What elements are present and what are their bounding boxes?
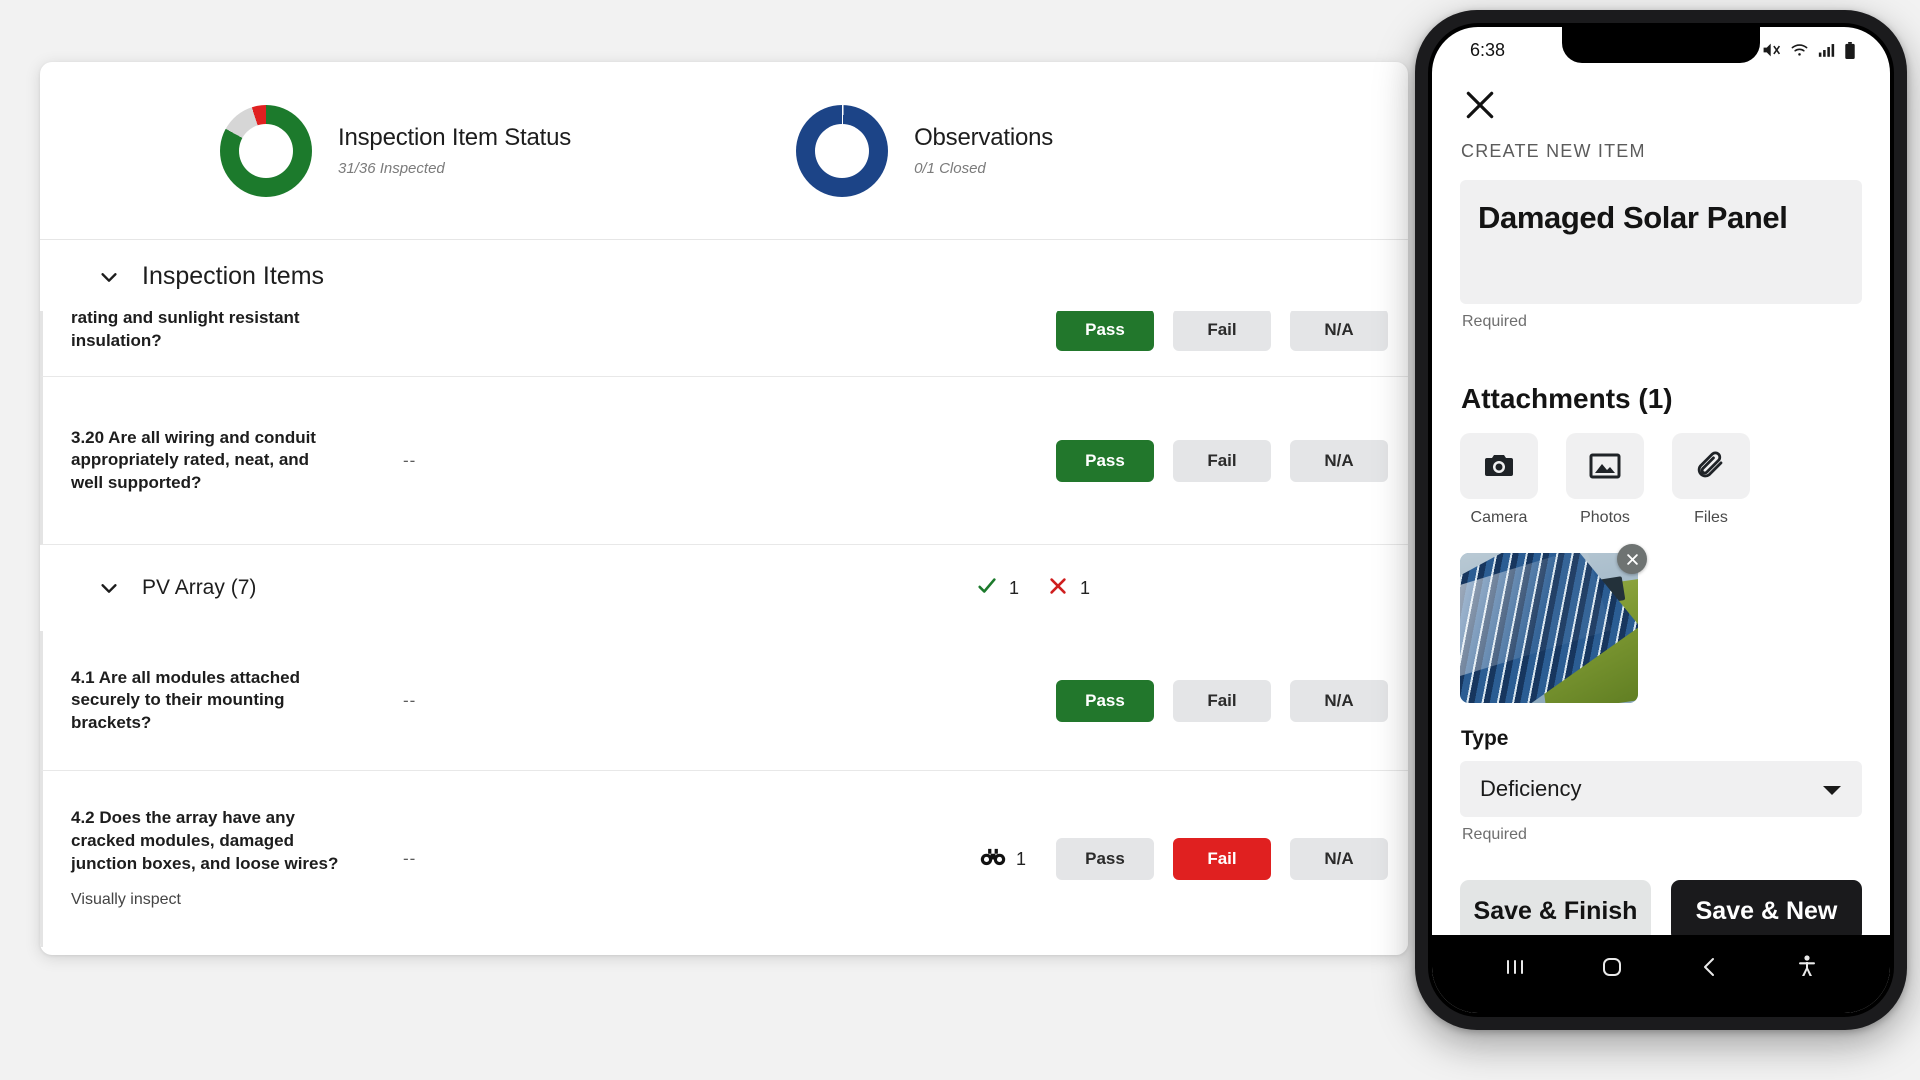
summary-card-inspection-item-status: Inspection Item Status 31/36 Inspected xyxy=(220,104,572,197)
group-pass-stat: 1 xyxy=(976,575,1019,602)
group-header-pv-array[interactable]: PV Array (7) 1 1 xyxy=(40,545,1408,631)
item-title-required-label: Required xyxy=(1462,313,1527,330)
table-row[interactable]: 4.2 Does the array have any cracked modu… xyxy=(40,771,1408,947)
pass-button[interactable]: Pass xyxy=(1056,311,1154,351)
mute-icon xyxy=(1762,42,1781,58)
type-required-label: Required xyxy=(1462,826,1527,843)
summary-title: Inspection Item Status xyxy=(338,123,572,151)
inspection-items-list: rating and sunlight resistant insulation… xyxy=(40,311,1408,947)
attachment-thumbnail-wrapper xyxy=(1460,544,1647,703)
attachment-photos-label: Photos xyxy=(1580,509,1630,526)
phone-frame: 6:38 CREATE NEW ITEM Damaged Solar Panel… xyxy=(1428,23,1894,1017)
item-question: 3.20 Are all wiring and conduit appropri… xyxy=(71,427,316,492)
table-row[interactable]: rating and sunlight resistant insulation… xyxy=(40,311,1408,377)
inspection-card: Inspection Item Status 31/36 Inspected O… xyxy=(40,62,1408,955)
pass-fail-na-group: Pass Fail N/A xyxy=(1056,679,1408,722)
close-circle-icon[interactable] xyxy=(1617,544,1647,574)
attachment-thumbnail[interactable] xyxy=(1460,553,1638,703)
item-value: -- xyxy=(403,849,417,868)
form-section-label: CREATE NEW ITEM xyxy=(1461,141,1646,161)
chevron-down-icon[interactable] xyxy=(98,577,120,599)
table-row[interactable]: 3.20 Are all wiring and conduit appropri… xyxy=(40,377,1408,545)
summary-subtitle: 0/1 Closed xyxy=(914,160,986,178)
photo-icon[interactable] xyxy=(1566,433,1644,499)
item-question: 4.2 Does the array have any cracked modu… xyxy=(71,807,341,910)
wifi-icon xyxy=(1790,42,1809,58)
fail-button[interactable]: Fail xyxy=(1173,679,1271,722)
type-select-value: Deficiency xyxy=(1480,776,1582,801)
group-fail-count: 1 xyxy=(1079,577,1090,598)
back-icon[interactable] xyxy=(1683,945,1737,989)
check-icon xyxy=(976,575,998,602)
home-icon[interactable] xyxy=(1585,945,1639,989)
group-title: PV Array (7) xyxy=(142,576,257,599)
status-bar: 6:38 xyxy=(1432,27,1890,73)
paperclip-icon[interactable] xyxy=(1672,433,1750,499)
attachment-files-label: Files xyxy=(1694,509,1728,526)
screen-root: Inspection Item Status 31/36 Inspected O… xyxy=(0,0,1920,1080)
recents-icon[interactable] xyxy=(1488,945,1542,989)
inspection-status-donut xyxy=(220,104,312,197)
attachment-camera-label: Camera xyxy=(1470,509,1528,526)
item-value: -- xyxy=(403,450,417,470)
accessibility-icon[interactable] xyxy=(1780,945,1834,989)
observations-donut xyxy=(796,104,889,197)
na-button[interactable]: N/A xyxy=(1290,439,1388,482)
table-row[interactable]: 4.1 Are all modules attached securely to… xyxy=(40,631,1408,771)
type-field-label: Type xyxy=(1461,727,1509,750)
form-actions: Save & Finish Save & New xyxy=(1460,880,1862,942)
summary-header: Inspection Item Status 31/36 Inspected O… xyxy=(40,62,1408,240)
summary-card-observations: Observations 0/1 Closed xyxy=(796,104,1054,197)
phone-mockup: 6:38 CREATE NEW ITEM Damaged Solar Panel… xyxy=(1415,10,1907,1030)
attachments-heading: Attachments (1) xyxy=(1461,383,1673,414)
camera-icon[interactable] xyxy=(1460,433,1538,499)
observation-count[interactable]: 1 xyxy=(980,847,1026,872)
fail-button[interactable]: Fail xyxy=(1173,838,1271,880)
summary-subtitle: 31/36 Inspected xyxy=(338,160,445,178)
battery-icon xyxy=(1844,41,1856,59)
page-title: Inspection Items xyxy=(142,262,325,290)
save-and-finish-button[interactable]: Save & Finish xyxy=(1460,880,1651,942)
create-item-form: CREATE NEW ITEM Damaged Solar Panel Requ… xyxy=(1432,85,1890,942)
status-bar-icons xyxy=(1762,41,1856,59)
type-select[interactable]: Deficiency xyxy=(1460,761,1862,817)
observation-count-value: 1 xyxy=(1015,848,1026,869)
group-fail-stat: 1 xyxy=(1047,575,1090,602)
pass-fail-na-group: Pass Fail N/A xyxy=(1056,311,1408,351)
item-question-text: 4.2 Does the array have any cracked modu… xyxy=(71,808,339,873)
save-and-new-button[interactable]: Save & New xyxy=(1671,880,1862,942)
attachment-files[interactable]: Files xyxy=(1672,433,1750,527)
attachment-photos[interactable]: Photos xyxy=(1566,433,1644,527)
binoculars-icon xyxy=(980,847,1006,872)
attachment-camera[interactable]: Camera xyxy=(1460,433,1538,527)
pass-fail-na-group: Pass Fail N/A xyxy=(1056,439,1408,482)
pass-button[interactable]: Pass xyxy=(1056,439,1154,482)
signal-icon xyxy=(1818,42,1835,58)
pass-button[interactable]: Pass xyxy=(1056,679,1154,722)
item-value: -- xyxy=(403,690,417,710)
pass-button[interactable]: Pass xyxy=(1056,838,1154,880)
phone-screen: 6:38 CREATE NEW ITEM Damaged Solar Panel… xyxy=(1432,27,1890,1013)
caret-down-icon[interactable] xyxy=(1822,776,1842,802)
fail-button[interactable]: Fail xyxy=(1173,439,1271,482)
item-note: Visually inspect xyxy=(71,891,181,909)
group-pass-count: 1 xyxy=(1008,577,1019,598)
na-button[interactable]: N/A xyxy=(1290,311,1388,351)
pass-fail-na-group: Pass Fail N/A xyxy=(1056,838,1408,880)
attachment-buttons: Camera Photos Files xyxy=(1460,433,1862,527)
fail-button[interactable]: Fail xyxy=(1173,311,1271,351)
na-button[interactable]: N/A xyxy=(1290,838,1388,880)
item-question: 4.1 Are all modules attached securely to… xyxy=(71,667,300,732)
android-navigation-bar xyxy=(1432,935,1890,1013)
na-button[interactable]: N/A xyxy=(1290,679,1388,722)
item-question: rating and sunlight resistant insulation… xyxy=(71,311,300,350)
summary-title: Observations xyxy=(914,123,1054,151)
x-icon xyxy=(1047,575,1069,602)
chevron-down-icon[interactable] xyxy=(98,266,120,288)
inspection-items-header[interactable]: Inspection Items xyxy=(40,240,1408,311)
group-stats: 1 1 xyxy=(976,575,1408,602)
status-bar-time: 6:38 xyxy=(1470,39,1506,60)
item-title-input[interactable]: Damaged Solar Panel xyxy=(1460,180,1862,304)
close-icon[interactable] xyxy=(1460,85,1500,125)
